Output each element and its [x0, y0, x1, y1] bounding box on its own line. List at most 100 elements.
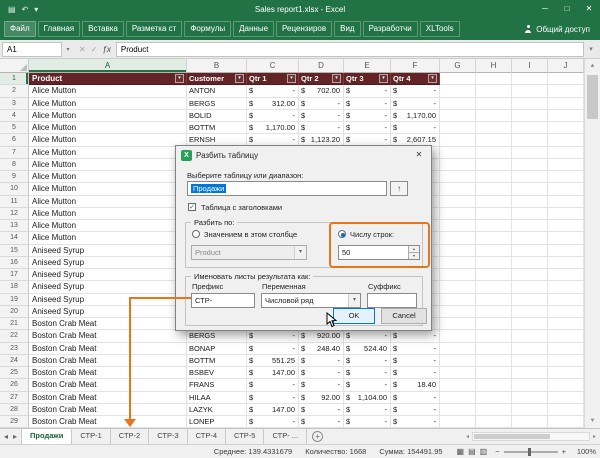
- cell-customer[interactable]: HILAA: [187, 392, 247, 404]
- cell-empty[interactable]: [440, 392, 476, 404]
- cell-empty[interactable]: [512, 245, 548, 257]
- cell-empty[interactable]: [512, 416, 548, 428]
- cell-qtr4[interactable]: $18.40: [391, 379, 440, 391]
- scroll-up-icon[interactable]: ▲: [585, 60, 600, 73]
- sheet-tab[interactable]: СТР-2: [111, 429, 149, 444]
- cell-empty[interactable]: [476, 134, 512, 146]
- page-layout-view-icon[interactable]: ▤: [468, 447, 476, 456]
- cell-customer[interactable]: BONAP: [187, 343, 247, 355]
- filter-dropdown-icon[interactable]: ▾: [175, 74, 184, 83]
- row-number[interactable]: 12: [0, 208, 29, 220]
- cell-empty[interactable]: [512, 343, 548, 355]
- cell-qtr3[interactable]: $-: [344, 110, 391, 122]
- cell-qtr4[interactable]: $-: [391, 367, 440, 379]
- cell-empty[interactable]: [476, 245, 512, 257]
- column-header[interactable]: J: [548, 59, 584, 73]
- cell-qtr1[interactable]: $551.25: [247, 355, 299, 367]
- header-cell-qtr1[interactable]: Qtr 1 ▾: [247, 73, 299, 85]
- cell-qtr1[interactable]: $-: [247, 85, 299, 97]
- dialog-close-icon[interactable]: ✕: [407, 146, 431, 164]
- cell-empty[interactable]: [440, 257, 476, 269]
- column-header[interactable]: D: [299, 59, 344, 73]
- cell-empty[interactable]: [440, 147, 476, 159]
- cell-product[interactable]: Boston Crab Meat: [29, 416, 187, 428]
- cell-empty[interactable]: [476, 330, 512, 342]
- row-number[interactable]: 4: [0, 110, 29, 122]
- header-cell-customer[interactable]: Customer ▾: [187, 73, 247, 85]
- cell-customer[interactable]: FRANS: [187, 379, 247, 391]
- cell-qtr4[interactable]: $-: [391, 416, 440, 428]
- cell-product[interactable]: Boston Crab Meat: [29, 404, 187, 416]
- cell-qtr4[interactable]: $-: [391, 343, 440, 355]
- cell-empty[interactable]: [476, 73, 512, 85]
- sheet-tab[interactable]: СТР-4: [188, 429, 226, 444]
- range-input[interactable]: Продажи: [187, 181, 387, 196]
- cell-empty[interactable]: [476, 343, 512, 355]
- cell-empty[interactable]: [476, 183, 512, 195]
- row-number[interactable]: 8: [0, 159, 29, 171]
- cell-product[interactable]: Boston Crab Meat: [29, 355, 187, 367]
- cell-qtr3[interactable]: $-: [344, 85, 391, 97]
- range-picker-button[interactable]: ↑: [390, 181, 408, 196]
- cell-customer[interactable]: ANTON: [187, 85, 247, 97]
- cell-qtr1[interactable]: $147.00: [247, 367, 299, 379]
- cell-qtr4[interactable]: $-: [391, 98, 440, 110]
- cell-qtr2[interactable]: $-: [299, 98, 344, 110]
- cell-empty[interactable]: [512, 257, 548, 269]
- cell-product[interactable]: Alice Mutton: [29, 85, 187, 97]
- page-break-view-icon[interactable]: ▥: [480, 447, 488, 456]
- cell-qtr1[interactable]: $-: [247, 330, 299, 342]
- cell-empty[interactable]: [440, 416, 476, 428]
- insert-function-icon[interactable]: ƒx: [102, 45, 110, 54]
- cell-qtr3[interactable]: $-: [344, 416, 391, 428]
- cell-product[interactable]: Boston Crab Meat: [29, 379, 187, 391]
- ribbon-tab[interactable]: XLTools: [420, 21, 460, 37]
- cell-qtr1[interactable]: $-: [247, 392, 299, 404]
- row-number[interactable]: 25: [0, 367, 29, 379]
- cell-qtr4[interactable]: $-: [391, 355, 440, 367]
- vertical-scrollbar[interactable]: ▲ ▼: [584, 59, 600, 428]
- cell-empty[interactable]: [476, 392, 512, 404]
- cell-product[interactable]: Aniseed Syrup: [29, 306, 187, 318]
- filter-dropdown-icon[interactable]: ▾: [428, 74, 437, 83]
- cell-product[interactable]: Alice Mutton: [29, 183, 187, 195]
- cell-qtr4[interactable]: $-: [391, 404, 440, 416]
- ribbon-tab[interactable]: Вставка: [82, 21, 124, 37]
- row-number[interactable]: 3: [0, 98, 29, 110]
- cell-qtr1[interactable]: $-: [247, 416, 299, 428]
- cell-product[interactable]: Alice Mutton: [29, 159, 187, 171]
- ribbon-tab[interactable]: Данные: [233, 21, 274, 37]
- cell-product[interactable]: Aniseed Syrup: [29, 257, 187, 269]
- cell-empty[interactable]: [548, 330, 584, 342]
- zoom-level[interactable]: 100%: [570, 447, 596, 456]
- cell-qtr3[interactable]: $-: [344, 330, 391, 342]
- cell-empty[interactable]: [548, 147, 584, 159]
- cell-empty[interactable]: [512, 122, 548, 134]
- row-number[interactable]: 19: [0, 294, 29, 306]
- row-number[interactable]: 20: [0, 306, 29, 318]
- cell-customer[interactable]: BERGS: [187, 330, 247, 342]
- sheet-tab[interactable]: СТР-3: [149, 429, 187, 444]
- ribbon-tab[interactable]: Разработчи: [363, 21, 418, 37]
- cell-empty[interactable]: [440, 220, 476, 232]
- cancel-entry-icon[interactable]: ✕: [79, 45, 86, 54]
- cell-customer[interactable]: BERGS: [187, 98, 247, 110]
- cell-product[interactable]: Alice Mutton: [29, 220, 187, 232]
- filter-dropdown-icon[interactable]: ▾: [235, 74, 244, 83]
- cell-empty[interactable]: [548, 159, 584, 171]
- row-number[interactable]: 13: [0, 220, 29, 232]
- cell-product[interactable]: Alice Mutton: [29, 122, 187, 134]
- cell-empty[interactable]: [440, 330, 476, 342]
- ribbon-tab[interactable]: Главная: [38, 21, 80, 37]
- cell-empty[interactable]: [440, 367, 476, 379]
- cell-empty[interactable]: [476, 379, 512, 391]
- cell-empty[interactable]: [548, 122, 584, 134]
- cell-empty[interactable]: [440, 404, 476, 416]
- cell-customer[interactable]: BSBEV: [187, 367, 247, 379]
- share-button[interactable]: Общий доступ: [524, 25, 596, 34]
- cell-qtr1[interactable]: $147.00: [247, 404, 299, 416]
- row-number[interactable]: 11: [0, 196, 29, 208]
- cell-qtr4[interactable]: $1,170.00: [391, 110, 440, 122]
- column-header[interactable]: I: [512, 59, 548, 73]
- row-number[interactable]: 9: [0, 171, 29, 183]
